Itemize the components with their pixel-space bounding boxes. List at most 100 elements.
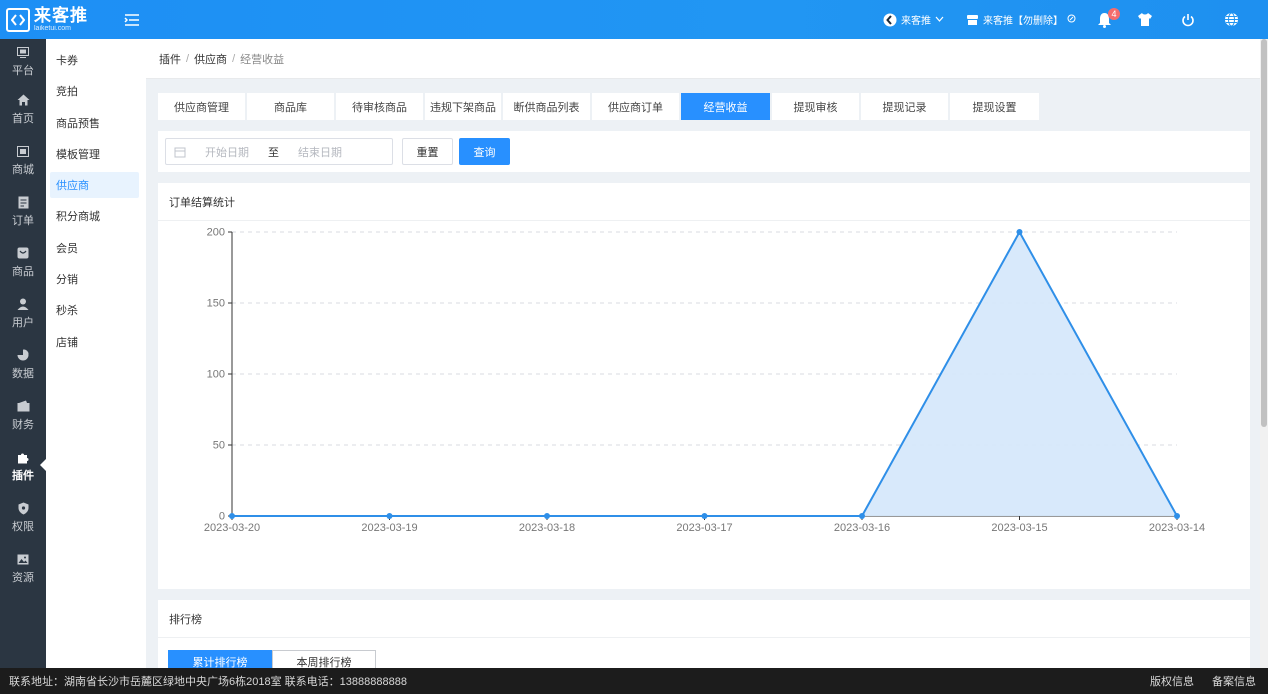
data-point xyxy=(229,513,235,519)
tab-bar: 供应商管理 商品库 待审核商品 违规下架商品 断供商品列表 供应商订单 经营收益 提现审核 提现… xyxy=(158,93,1041,120)
y-tick-label: 100 xyxy=(207,369,225,381)
data-point xyxy=(386,513,393,519)
copyright-link[interactable]: 版权信息 xyxy=(1150,673,1194,689)
notification-badge: 4 xyxy=(1108,7,1120,20)
logo-icon xyxy=(6,7,30,32)
x-tick-label: 2023-03-20 xyxy=(204,522,260,534)
platform-icon xyxy=(16,46,30,59)
logo[interactable]: 来客推 laiketui.com xyxy=(0,0,110,39)
icp-link[interactable]: 备案信息 xyxy=(1212,673,1256,689)
submenu-item[interactable]: 店铺 xyxy=(50,329,139,355)
tab-item[interactable]: 供应商管理 xyxy=(158,93,245,120)
mall-icon xyxy=(16,145,30,158)
rail-item-home[interactable]: 首页 xyxy=(0,84,46,135)
tab-total-ranking[interactable]: 累计排行榜 xyxy=(168,650,272,668)
home-icon xyxy=(16,94,30,107)
submenu-item[interactable]: 会员 xyxy=(50,235,139,261)
power-icon xyxy=(1180,12,1196,28)
external-link-icon xyxy=(1067,14,1076,26)
page-scrollbar[interactable] xyxy=(1260,39,1268,668)
tab-item[interactable]: 待审核商品 xyxy=(336,93,423,120)
tab-item[interactable]: 供应商订单 xyxy=(592,93,679,120)
rail-item-mall[interactable]: 商城 xyxy=(0,135,46,186)
breadcrumb-supplier[interactable]: 供应商 xyxy=(194,51,227,67)
rail-item-label: 用户 xyxy=(12,316,34,329)
scroll-thumb[interactable] xyxy=(1261,39,1267,427)
breadcrumb: 插件 / 供应商 / 经营收益 xyxy=(146,39,1260,79)
submenu-item[interactable]: 分销 xyxy=(50,266,139,292)
rail-item-goods[interactable]: 商品 xyxy=(0,237,46,288)
rail-item-label: 插件 xyxy=(12,469,34,482)
chevron-down-icon xyxy=(935,14,944,25)
x-tick-label: 2023-03-19 xyxy=(361,522,417,534)
breadcrumb-current: 经营收益 xyxy=(240,53,285,66)
breadcrumb-plugin[interactable]: 插件 xyxy=(159,51,181,67)
rail-item-label: 商城 xyxy=(12,163,34,176)
data-point xyxy=(1174,513,1180,519)
menu-toggle-icon[interactable] xyxy=(122,10,142,30)
ranking-title: 排行榜 xyxy=(158,600,1250,638)
y-tick-label: 200 xyxy=(207,227,225,239)
rail-item-label: 财务 xyxy=(12,418,34,431)
settlement-chart-card: 订单结算统计 0 50 100 150 200 2023-03-20 2023-03-19 2… xyxy=(158,183,1250,589)
rail-item-label: 首页 xyxy=(12,112,34,125)
main-content: 插件 / 供应商 / 经营收益 供应商管理 商品库 待审核商品 违规下架商品 断供商品列… xyxy=(146,39,1260,668)
rail-item-resource[interactable]: 资源 xyxy=(0,543,46,594)
top-header: 来客推 laiketui.com 来客推 来客推【勿删除】 4 xyxy=(0,0,1268,39)
notification-button[interactable]: 4 xyxy=(1096,7,1120,28)
submenu-item[interactable]: 商品预售 xyxy=(50,110,139,136)
tab-item[interactable]: 提现记录 xyxy=(861,93,948,120)
language-button[interactable] xyxy=(1223,12,1242,28)
store-switcher[interactable]: 来客推 xyxy=(882,12,944,28)
reset-button[interactable]: 重置 xyxy=(402,138,453,165)
end-date-input[interactable]: 结束日期 xyxy=(289,144,351,160)
tab-item[interactable]: 提现设置 xyxy=(950,93,1039,120)
submenu-item[interactable]: 模板管理 xyxy=(50,141,139,167)
rail-item-label: 商品 xyxy=(12,265,34,278)
tab-item[interactable]: 断供商品列表 xyxy=(503,93,590,120)
store-name: 来客推 xyxy=(901,16,931,27)
rail-item-permission[interactable]: 权限 xyxy=(0,492,46,543)
rail-item-platform[interactable]: 平台 xyxy=(0,39,46,84)
globe-icon xyxy=(1223,12,1239,28)
submenu-item[interactable]: 供应商 xyxy=(50,172,139,199)
shop-icon xyxy=(964,12,980,28)
footer: 联系地址：湖南省长沙市岳麓区绿地中央广场6栋2018室 联系电话：1388888… xyxy=(0,668,1268,694)
start-date-input[interactable]: 开始日期 xyxy=(196,144,258,160)
date-separator: 至 xyxy=(268,146,279,159)
finance-icon xyxy=(16,400,30,413)
tab-item[interactable]: 违规下架商品 xyxy=(425,93,501,120)
store-label: 来客推【勿删除】 xyxy=(983,16,1063,27)
submenu-item[interactable]: 竞拍 xyxy=(50,78,139,104)
tab-week-ranking[interactable]: 本周排行榜 xyxy=(272,650,376,668)
rail-item-plugin[interactable]: 插件 xyxy=(0,441,46,492)
tab-item[interactable]: 商品库 xyxy=(247,93,334,120)
order-icon xyxy=(16,196,30,209)
calendar-icon xyxy=(174,146,186,158)
date-range-picker[interactable]: 开始日期 至 结束日期 xyxy=(165,138,393,165)
store-link[interactable]: 来客推【勿删除】 xyxy=(964,12,1076,28)
logout-button[interactable] xyxy=(1180,12,1199,28)
logo-title: 来客推 xyxy=(34,6,88,25)
y-tick-label: 0 xyxy=(219,511,225,523)
submenu-item[interactable]: 积分商城 xyxy=(50,203,139,229)
submenu-item[interactable]: 秒杀 xyxy=(50,297,139,323)
rail-item-order[interactable]: 订单 xyxy=(0,186,46,237)
query-button[interactable]: 查询 xyxy=(459,138,510,165)
rail-item-finance[interactable]: 财务 xyxy=(0,390,46,441)
rail-item-label: 数据 xyxy=(12,367,34,380)
rail-item-user[interactable]: 用户 xyxy=(0,288,46,339)
store-logo-icon xyxy=(882,12,898,28)
theme-button[interactable] xyxy=(1137,12,1156,28)
filter-bar: 开始日期 至 结束日期 重置 查询 xyxy=(158,131,1250,172)
rail-item-data[interactable]: 数据 xyxy=(0,339,46,390)
footer-address: 联系地址：湖南省长沙市岳麓区绿地中央广场6栋2018室 联系电话：1388888… xyxy=(9,676,407,688)
rail-item-label: 平台 xyxy=(12,64,34,77)
ranking-card: 排行榜 累计排行榜 本周排行榜 xyxy=(158,600,1250,668)
settlement-chart: 0 50 100 150 200 2023-03-20 2023-03-19 2023-03-… xyxy=(204,227,1205,535)
tab-item[interactable]: 经营收益 xyxy=(681,93,770,120)
rail-item-label: 订单 xyxy=(12,214,34,227)
data-point xyxy=(701,513,708,519)
tab-item[interactable]: 提现审核 xyxy=(772,93,859,120)
submenu-item[interactable]: 卡券 xyxy=(50,47,139,73)
